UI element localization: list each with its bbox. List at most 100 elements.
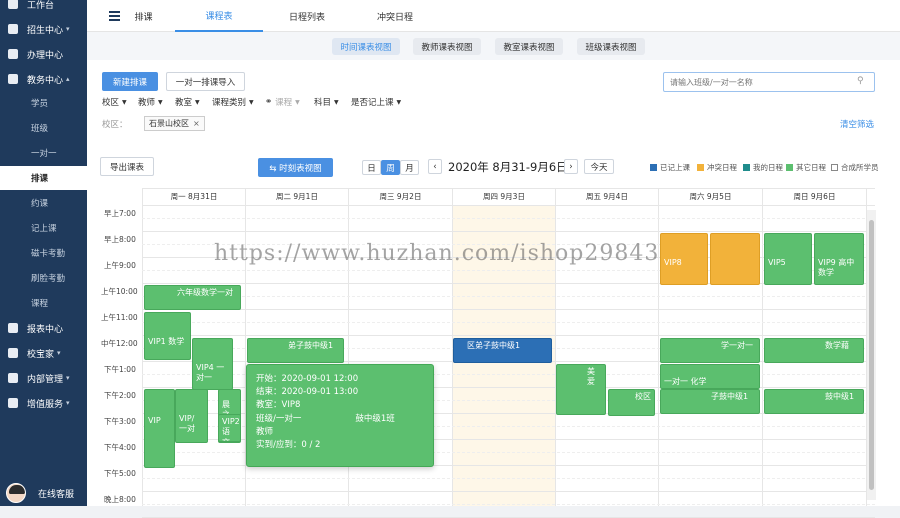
day-header: 周五 9月4日 [555,188,658,205]
mode-week[interactable]: 周 [381,160,400,175]
book-icon [8,74,18,84]
legend-mine: 我的日程 [743,162,783,173]
filter-teacher[interactable]: 教师 ▼ [138,96,163,108]
calendar-panel: 导出课表 ⇆ 时刻表视图 日 周 月 ‹ 2020年 8月31-9月6日 › 今… [87,146,900,518]
watermark-text: https://www.huzhan.com/ishop29843 [214,241,660,266]
event-block[interactable]: 鼓中级1 [764,389,864,414]
half-hour-line [142,322,875,323]
chart-icon [8,323,18,333]
legend-conflict: 冲突日程 [697,162,737,173]
filter-subject[interactable]: 科目 ▼ [314,96,339,108]
tooltip-end: 结束：2020-09-01 13:00 [256,387,359,398]
tooltip-class: 班级/一对一 鼓中级1班 [256,413,395,424]
search-input[interactable] [663,72,875,92]
export-button[interactable]: 导出课表 [100,157,154,176]
tab-room-view[interactable]: 教室课表视图 [495,38,563,55]
sidebar: 工作台 招生中心 ▾ 办理中心 教务中心 ▴ 学员 班级 一对一 排课 约课 记上课… [0,0,87,506]
time-label: 早上8:00 [104,235,136,244]
avatar [6,483,26,503]
event-block[interactable]: 弟子鼓中级1 [247,338,344,363]
link-icon: ⚭ [265,97,273,107]
half-hour-line [142,296,875,297]
time-label: 早上7:00 [104,209,136,218]
event-block[interactable]: 美爱 [556,364,606,415]
event-block[interactable]: VIP1 数学 [144,312,191,360]
event-block[interactable]: VIP2 语文 [218,414,241,442]
event-block[interactable]: VIP5 [764,233,812,285]
campus-label: 校区： [102,120,128,130]
search-icon[interactable]: ⚲ [857,76,864,86]
prev-week-button[interactable]: ‹ [428,159,442,174]
time-label: 下午2:00 [104,391,136,400]
sidebar-item-academic[interactable]: 教务中心 ▴ [0,69,87,89]
new-schedule-button[interactable]: 新建排课 [102,72,158,91]
sidebar-sub-record-class[interactable]: 记上课 [0,216,87,240]
online-support[interactable]: 在线客服 [6,482,86,504]
house-icon [8,348,18,358]
tooltip-room: 教室：VIP8 [256,400,301,411]
day-header: 周三 9月2日 [348,188,452,205]
today-button[interactable]: 今天 [584,159,614,174]
event-block[interactable]: VIP8 [660,233,708,285]
timetable-view-button[interactable]: ⇆ 时刻表视图 [258,158,333,177]
legend-recorded: 已记上课 [650,162,690,173]
sidebar-item-value-added[interactable]: 增值服务 ▾ [0,393,87,413]
campus-tag: 石景山校区 × [144,116,205,131]
sidebar-item-enrollment[interactable]: 招生中心 ▾ [0,19,87,39]
tab-conflicts[interactable]: 冲突日程 [351,0,439,32]
caret-down-icon: ▼ [122,98,127,106]
event-block[interactable]: 六年级数学一对 [144,285,241,310]
mode-month[interactable]: 月 [400,160,419,175]
mode-day[interactable]: 日 [362,160,381,175]
filter-course[interactable]: ⚭ 课程 ▼ [265,96,300,108]
day-header: 周六 9月5日 [658,188,762,205]
close-icon[interactable]: × [193,119,200,128]
tooltip-teacher: 教师 [256,426,274,437]
event-block[interactable]: 区弟子鼓中级1 [453,338,552,363]
grid-icon [8,398,18,408]
event-block[interactable]: VIP/ 一对 [175,389,208,443]
event-block[interactable]: VIP [144,389,175,468]
filter-room[interactable]: 教室 ▼ [175,96,200,108]
sidebar-sub-one-on-one[interactable]: 一对一 [0,141,87,165]
filter-course-type[interactable]: 课程类别 ▼ [212,96,254,108]
event-block[interactable]: 一对一 化学 [660,364,760,389]
filter-campus[interactable]: 校区 ▼ [102,96,127,108]
sidebar-sub-scheduling[interactable]: 排课 [0,166,87,190]
tab-time-view[interactable]: 时间课表视图 [332,38,400,55]
sidebar-sub-students[interactable]: 学员 [0,91,87,115]
sidebar-item-internal[interactable]: 内部管理 ▾ [0,368,87,388]
sidebar-sub-face-attendance[interactable]: 刷脸考勤 [0,266,87,290]
tab-teacher-view[interactable]: 教师课表视图 [413,38,481,55]
sidebar-item-workbench[interactable]: 工作台 [0,0,87,14]
event-block[interactable]: VIP9 高中数学 [814,233,864,285]
time-label: 上午9:00 [104,261,136,270]
event-block[interactable] [710,233,760,285]
time-label: 下午1:00 [104,365,136,374]
tab-schedule-list[interactable]: 日程列表 [263,0,351,32]
tab-class-view[interactable]: 班级课表视图 [577,38,645,55]
tab-timetable[interactable]: 课程表 [175,0,263,32]
sidebar-item-handling[interactable]: 办理中心 [0,44,87,64]
next-week-button[interactable]: › [564,159,578,174]
event-block[interactable]: VIP4 一对一 [192,338,233,390]
sidebar-sub-card-attendance[interactable]: 磁卡考勤 [0,241,87,265]
hour-line [142,309,875,310]
scrollbar-thumb[interactable] [869,220,874,490]
sidebar-sub-classes[interactable]: 班级 [0,116,87,140]
filter-recorded[interactable]: 是否记上课 ▼ [351,96,401,108]
event-block[interactable]: 数学藉 [764,338,864,363]
sidebar-sub-booking[interactable]: 约课 [0,191,87,215]
caret-down-icon: ▼ [295,98,300,106]
sidebar-sub-courses[interactable]: 课程 [0,291,87,315]
event-block[interactable]: 学一对一 [660,338,760,363]
import-button[interactable]: 一对一排课导入 [166,72,245,91]
clear-filters-link[interactable]: 清空筛选 [840,118,874,130]
event-block[interactable]: 子鼓中级1 [660,389,760,414]
hour-line [142,491,875,492]
tab-scheduling[interactable]: 排课 [87,0,175,32]
event-block[interactable]: 校区 [608,389,655,416]
sidebar-item-xiaobao[interactable]: 校宝家 ▾ [0,343,87,363]
hour-line [142,231,875,232]
sidebar-item-reports[interactable]: 报表中心 [0,318,87,338]
